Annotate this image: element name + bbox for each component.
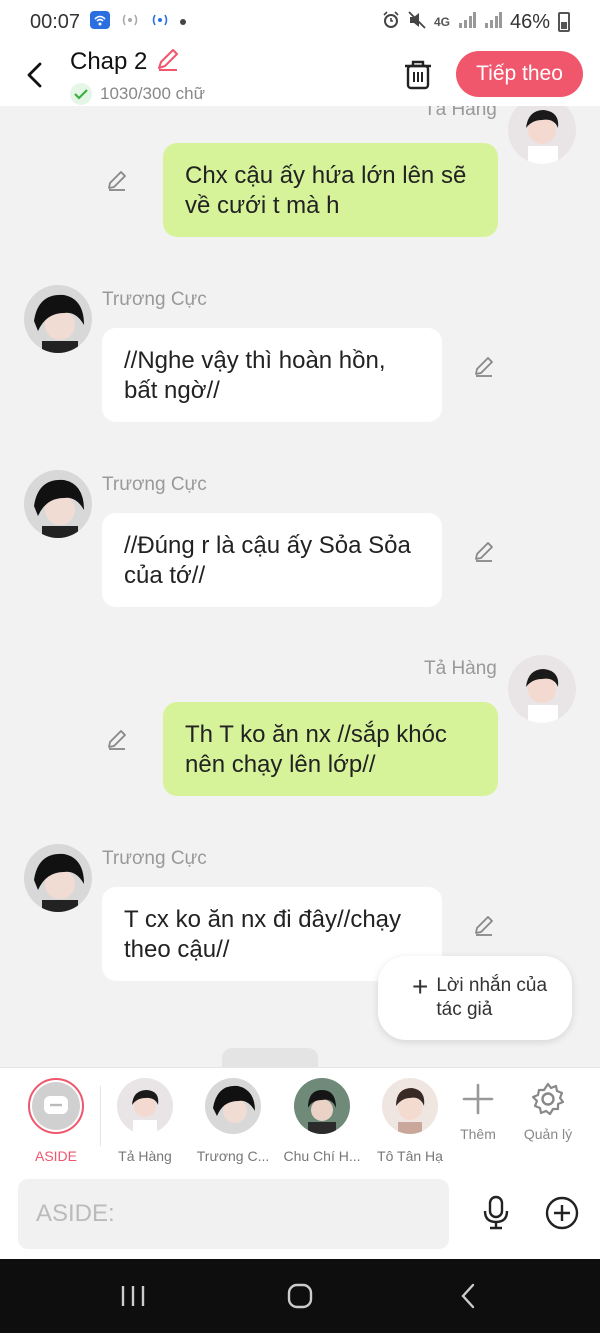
- pencil-icon: [108, 730, 126, 750]
- back-nav-button[interactable]: [448, 1279, 488, 1313]
- gear-icon: [531, 1082, 565, 1116]
- check-icon: [70, 82, 92, 105]
- status-time: 00:07: [30, 10, 81, 33]
- delete-button[interactable]: [398, 52, 438, 98]
- chat-area[interactable]: Tả Hàng Chx cậu ấy hứa lớn lên sẽ về cướ…: [0, 106, 600, 1067]
- pencil-icon[interactable]: [155, 46, 181, 79]
- avatar[interactable]: [24, 470, 92, 538]
- back-button[interactable]: [0, 44, 70, 106]
- message-bubble[interactable]: Chx cậu ấy hứa lớn lên sẽ về cưới t mà h: [163, 143, 498, 237]
- message-input[interactable]: ASIDE:: [18, 1179, 449, 1249]
- character-label: Chu Chí H...: [283, 1148, 361, 1164]
- network-type: 4G: [433, 15, 450, 29]
- avatar[interactable]: [24, 844, 92, 912]
- character-bar: ASIDE Tả Hàng Trương C... Chu Chí H... T…: [0, 1067, 600, 1171]
- character-aside[interactable]: ASIDE: [12, 1078, 100, 1164]
- manage-button[interactable]: Quản lý: [514, 1082, 582, 1142]
- pencil-icon: [475, 357, 493, 377]
- manage-label: Quản lý: [523, 1126, 573, 1142]
- avatar[interactable]: [24, 285, 92, 353]
- character-to-tan-ha[interactable]: Tô Tân Hạ: [366, 1078, 454, 1164]
- avatar[interactable]: [508, 106, 576, 164]
- battery-percent: 46%: [509, 10, 550, 33]
- character-label: ASIDE: [34, 1148, 77, 1164]
- partial-message-bubble: [222, 1048, 318, 1067]
- input-bar: ASIDE:: [0, 1171, 600, 1259]
- sender-name: Trương Cực: [102, 474, 207, 495]
- chapter-title[interactable]: Chap 2: [70, 48, 147, 76]
- microphone-icon: [483, 1195, 509, 1230]
- add-character-button[interactable]: Thêm: [444, 1082, 512, 1142]
- next-button[interactable]: Tiếp theo: [456, 51, 583, 97]
- notification-dot: [180, 19, 187, 25]
- avatar[interactable]: [508, 655, 576, 723]
- mute-icon: [408, 11, 426, 33]
- edit-message-button[interactable]: [469, 910, 499, 940]
- wifi-icon: [150, 12, 170, 32]
- author-note-label: Lời nhắn của tác giả: [436, 975, 548, 1020]
- message-bubble[interactable]: //Nghe vậy thì hoàn hồn, bất ngờ//: [102, 328, 442, 422]
- pencil-icon: [475, 916, 493, 936]
- more-label: Thêm: [460, 1126, 496, 1142]
- edit-message-button[interactable]: [469, 536, 499, 566]
- home-icon: [287, 1283, 313, 1309]
- signal-icon: [484, 12, 502, 32]
- pencil-icon: [108, 171, 126, 191]
- plus-circle-icon: [545, 1196, 579, 1230]
- edit-message-button[interactable]: [469, 351, 499, 381]
- character-label: Trương C...: [196, 1148, 270, 1164]
- recent-apps-icon: [121, 1286, 145, 1306]
- signal-icon: [458, 12, 476, 32]
- character-ta-hang[interactable]: Tả Hàng: [101, 1078, 189, 1164]
- attach-button[interactable]: [540, 1191, 584, 1235]
- voice-button[interactable]: [474, 1191, 518, 1235]
- message-bubble[interactable]: //Đúng r là cậu ấy Sỏa Sỏa của tớ//: [102, 513, 442, 607]
- author-note-button[interactable]: + Lời nhắn của tác giả: [378, 956, 572, 1040]
- hotspot-icon: [120, 12, 140, 32]
- chevron-left-icon: [27, 62, 42, 88]
- edit-message-button[interactable]: [102, 165, 132, 195]
- word-count: 1030/300 chữ: [100, 83, 205, 103]
- character-chu-chi-h[interactable]: Chu Chí H...: [278, 1078, 366, 1164]
- status-bar: 00:07 4G 46%: [0, 0, 600, 44]
- home-button[interactable]: [280, 1279, 320, 1313]
- pencil-icon: [475, 542, 493, 562]
- sender-name: Trương Cực: [102, 289, 207, 310]
- navigation-bar: [0, 1259, 600, 1333]
- message-icon: [44, 1096, 68, 1114]
- sender-name: Trương Cực: [102, 848, 207, 869]
- edit-message-button[interactable]: [102, 724, 132, 754]
- back-icon: [461, 1283, 475, 1309]
- character-label: Tô Tân Hạ: [377, 1148, 443, 1164]
- alarm-icon: [382, 11, 400, 33]
- battery-icon: [558, 12, 570, 32]
- recent-apps-button[interactable]: [113, 1279, 153, 1313]
- trash-icon: [405, 60, 431, 90]
- plus-icon: [462, 1083, 494, 1115]
- character-truong-cuc[interactable]: Trương C...: [189, 1078, 277, 1164]
- plus-icon: +: [412, 971, 429, 1002]
- character-label: Tả Hàng: [118, 1148, 172, 1164]
- sender-name: Tả Hàng: [424, 658, 497, 679]
- message-bubble[interactable]: Th T ko ăn nx //sắp khóc nên chạy lên lớ…: [163, 702, 498, 796]
- header: Chap 2 1030/300 chữ Tiếp theo: [0, 44, 600, 106]
- sender-name: Tả Hàng: [424, 106, 497, 120]
- wifi-hotspot-icon: [90, 11, 111, 33]
